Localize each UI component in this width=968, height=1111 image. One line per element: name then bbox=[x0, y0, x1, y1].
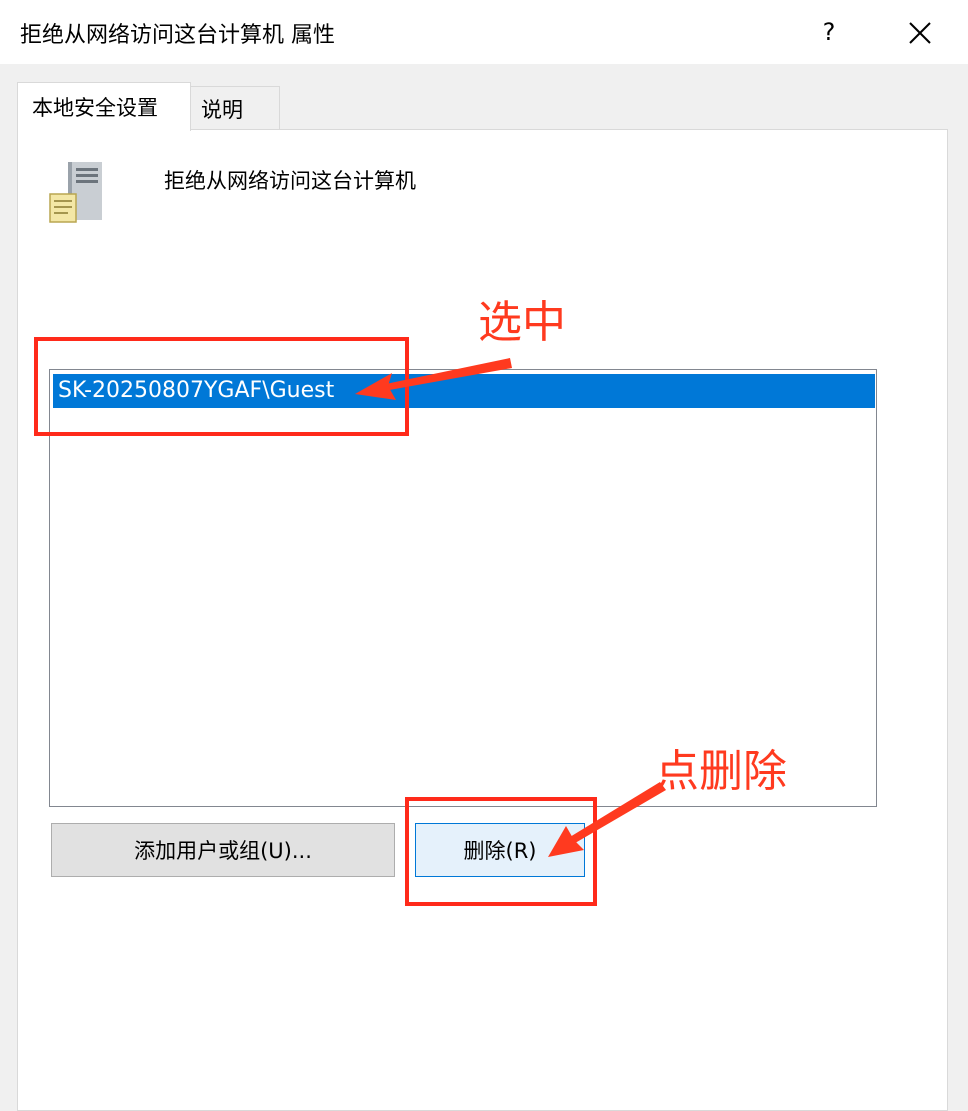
annotation-remove: 点删除 bbox=[655, 746, 787, 797]
tab-local-security-setting[interactable]: 本地安全设置 bbox=[17, 82, 191, 131]
highlight-box-selection bbox=[34, 337, 409, 436]
annotation-select: 选中 bbox=[478, 297, 566, 348]
tab-explain[interactable]: 说明 bbox=[190, 86, 280, 129]
highlight-box-remove bbox=[405, 797, 597, 906]
help-button[interactable]: ? bbox=[806, 10, 852, 54]
tab-label: 本地安全设置 bbox=[32, 96, 158, 120]
close-button[interactable] bbox=[896, 10, 944, 54]
title-bar: 拒绝从网络访问这台计算机 属性 ? bbox=[0, 0, 968, 64]
add-user-or-group-button[interactable]: 添加用户或组(U)... bbox=[51, 823, 395, 877]
tab-label: 说明 bbox=[201, 98, 243, 122]
server-policy-icon bbox=[49, 162, 102, 223]
policy-name: 拒绝从网络访问这台计算机 bbox=[164, 169, 416, 193]
close-icon bbox=[909, 21, 931, 44]
window-title: 拒绝从网络访问这台计算机 属性 bbox=[20, 23, 335, 48]
